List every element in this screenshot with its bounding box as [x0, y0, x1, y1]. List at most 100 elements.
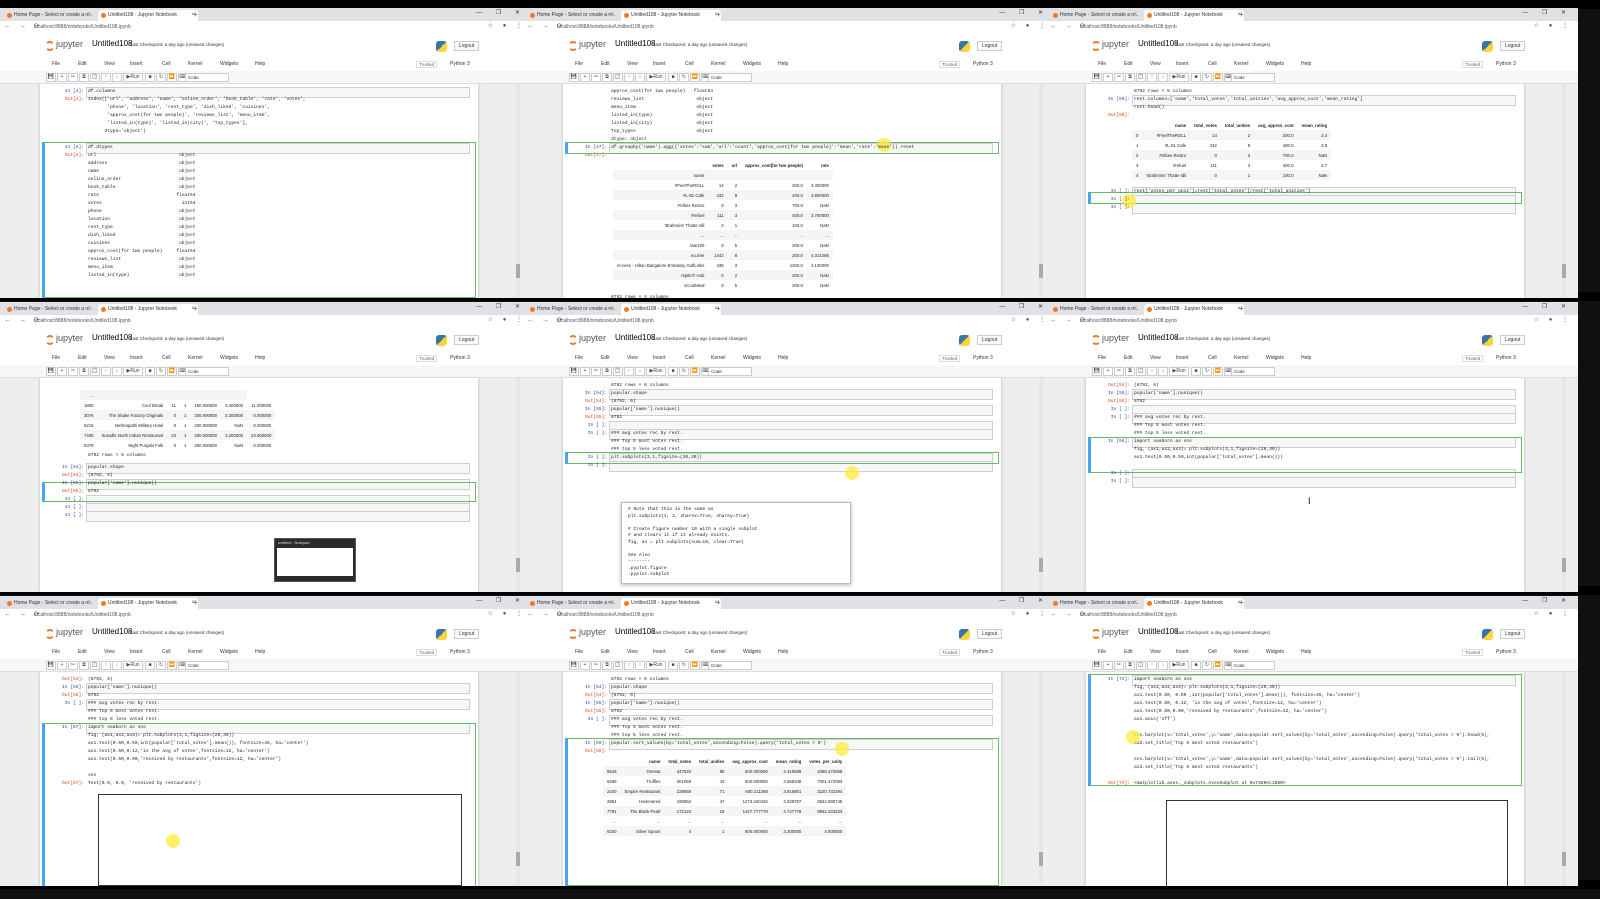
jupyter-brand[interactable]: jupyter	[1102, 333, 1129, 343]
plus-icon[interactable]: +	[580, 661, 590, 670]
fast-forward-icon[interactable]: ⏩	[167, 367, 177, 376]
menu-help[interactable]: Help	[255, 355, 265, 361]
code-input[interactable]: ### avg votes rec by rest.	[611, 430, 993, 438]
jupyter-brand[interactable]: jupyter	[56, 39, 83, 49]
restart-icon[interactable]: ↻	[1202, 367, 1212, 376]
plus-icon[interactable]: +	[1103, 661, 1113, 670]
browser-actions-icon[interactable]: ☆ ● ⋮	[1534, 316, 1572, 323]
restart-icon[interactable]: ↻	[1202, 661, 1212, 670]
menu-widgets[interactable]: Widgets	[743, 355, 761, 361]
paste-icon[interactable]: 📋	[1136, 367, 1146, 376]
stop-icon[interactable]: ■	[1191, 73, 1201, 82]
trusted-badge[interactable]: Trusted	[939, 61, 961, 68]
jupyter-brand[interactable]: jupyter	[1102, 39, 1129, 49]
scrollbar[interactable]	[1562, 378, 1566, 592]
down-icon[interactable]: ↓	[112, 73, 122, 82]
scroll-thumb[interactable]	[1562, 264, 1566, 278]
menu-file[interactable]: File	[1098, 61, 1106, 67]
window-controls-icon[interactable]: — ❐ ✕	[476, 9, 526, 16]
new-tab-icon[interactable]: +	[1239, 304, 1244, 314]
browser-actions-icon[interactable]: ☆ ● ⋮	[1011, 22, 1049, 29]
menu-kernel[interactable]: Kernel	[711, 649, 725, 655]
down-icon[interactable]: ↓	[1158, 367, 1168, 376]
window-controls-icon[interactable]: — ❐ ✕	[1522, 303, 1572, 310]
plus-icon[interactable]: +	[57, 73, 67, 82]
code-input[interactable]: plt.subplots(3,1,figsize=(20,30))	[611, 454, 993, 462]
copy-icon[interactable]: ⧉	[79, 367, 89, 376]
up-icon[interactable]: ↑	[624, 367, 634, 376]
menu-view[interactable]: View	[1150, 355, 1161, 361]
menu-widgets[interactable]: Widgets	[220, 649, 238, 655]
code-input[interactable]: popular['name'].nunique()	[611, 406, 993, 414]
menu-widgets[interactable]: Widgets	[743, 61, 761, 67]
menu-view[interactable]: View	[1150, 649, 1161, 655]
tab-notebook[interactable]: Untitled108 - Jupyter Notebook ×	[98, 304, 198, 315]
plus-icon[interactable]: +	[1103, 367, 1113, 376]
menu-file[interactable]: File	[1098, 649, 1106, 655]
close-tab-icon[interactable]: ×	[610, 598, 614, 609]
fast-forward-icon[interactable]: ⏩	[690, 661, 700, 670]
menu-insert[interactable]: Insert	[653, 61, 666, 67]
menu-cell[interactable]: Cell	[1208, 355, 1217, 361]
code-input[interactable]: popular['name'].nunique()	[88, 684, 470, 692]
code-input[interactable]: popular.sort_values(by='total_votes',asc…	[611, 740, 993, 748]
menu-help[interactable]: Help	[778, 649, 788, 655]
scroll-thumb[interactable]	[1039, 264, 1043, 278]
run-icon[interactable]: ▶Run	[123, 367, 143, 376]
window-controls-icon[interactable]: — ❐ ✕	[999, 597, 1049, 604]
cell-type-select[interactable]: Code	[1231, 661, 1275, 670]
menu-edit[interactable]: Edit	[78, 355, 87, 361]
docstring-tooltip[interactable]: # Note that this is the same as plt.subpl…	[621, 502, 851, 584]
trusted-badge[interactable]: Trusted	[416, 355, 438, 362]
menu-file[interactable]: File	[1098, 355, 1106, 361]
menu-insert[interactable]: Insert	[653, 355, 666, 361]
browser-actions-icon[interactable]: ☆ ● ⋮	[1011, 316, 1049, 323]
down-icon[interactable]: ↓	[635, 73, 645, 82]
plus-icon[interactable]: +	[57, 661, 67, 670]
run-icon[interactable]: ▶Run	[1169, 73, 1189, 82]
code-input[interactable]: ### avg votes rec by rest.	[1134, 414, 1516, 422]
up-icon[interactable]: ↑	[101, 73, 111, 82]
cell-type-select[interactable]: Code	[185, 73, 229, 82]
up-icon[interactable]: ↑	[1147, 661, 1157, 670]
copy-icon[interactable]: ⧉	[602, 73, 612, 82]
menu-cell[interactable]: Cell	[1208, 61, 1217, 67]
logout-button[interactable]: Logout	[977, 629, 1003, 639]
menu-view[interactable]: View	[104, 355, 115, 361]
logout-button[interactable]: Logout	[977, 335, 1003, 345]
trusted-badge[interactable]: Trusted	[416, 649, 438, 656]
fast-forward-icon[interactable]: ⏩	[690, 367, 700, 376]
copy-icon[interactable]: ⧉	[602, 367, 612, 376]
restart-icon[interactable]: ↻	[679, 367, 689, 376]
save-icon[interactable]: 💾	[1092, 661, 1102, 670]
copy-icon[interactable]: ⧉	[1125, 73, 1135, 82]
menu-edit[interactable]: Edit	[78, 61, 87, 67]
scrollbar[interactable]	[1039, 84, 1043, 298]
menu-view[interactable]: View	[627, 61, 638, 67]
save-icon[interactable]: 💾	[46, 661, 56, 670]
menu-widgets[interactable]: Widgets	[220, 61, 238, 67]
menu-view[interactable]: View	[1150, 61, 1161, 67]
stop-icon[interactable]: ■	[668, 661, 678, 670]
run-icon[interactable]: ▶Run	[646, 367, 666, 376]
code-input[interactable]: import seaborn as sns	[1134, 676, 1516, 684]
cell-type-select[interactable]: Code	[185, 661, 229, 670]
scrollbar[interactable]	[516, 378, 520, 592]
paste-icon[interactable]: 📋	[90, 367, 100, 376]
scroll-thumb[interactable]	[516, 264, 520, 278]
scrollbar[interactable]	[1562, 84, 1566, 298]
plus-icon[interactable]: +	[57, 367, 67, 376]
selected-cell[interactable]	[1088, 674, 1522, 786]
code-input[interactable]: import seaborn as sns	[88, 724, 470, 732]
run-icon[interactable]: ▶Run	[646, 661, 666, 670]
tab-notebook[interactable]: Untitled108 - Jupyter Notebook ×	[1144, 304, 1244, 315]
jupyter-brand[interactable]: jupyter	[1102, 627, 1129, 637]
notebook-name[interactable]: Untitled108	[615, 39, 655, 48]
scrollbar[interactable]	[1562, 672, 1566, 886]
menu-widgets[interactable]: Widgets	[743, 649, 761, 655]
run-icon[interactable]: ▶Run	[646, 73, 666, 82]
menu-kernel[interactable]: Kernel	[1234, 649, 1248, 655]
code-input[interactable]: popular.shape	[611, 390, 993, 398]
menu-file[interactable]: File	[52, 355, 60, 361]
up-icon[interactable]: ↑	[101, 367, 111, 376]
